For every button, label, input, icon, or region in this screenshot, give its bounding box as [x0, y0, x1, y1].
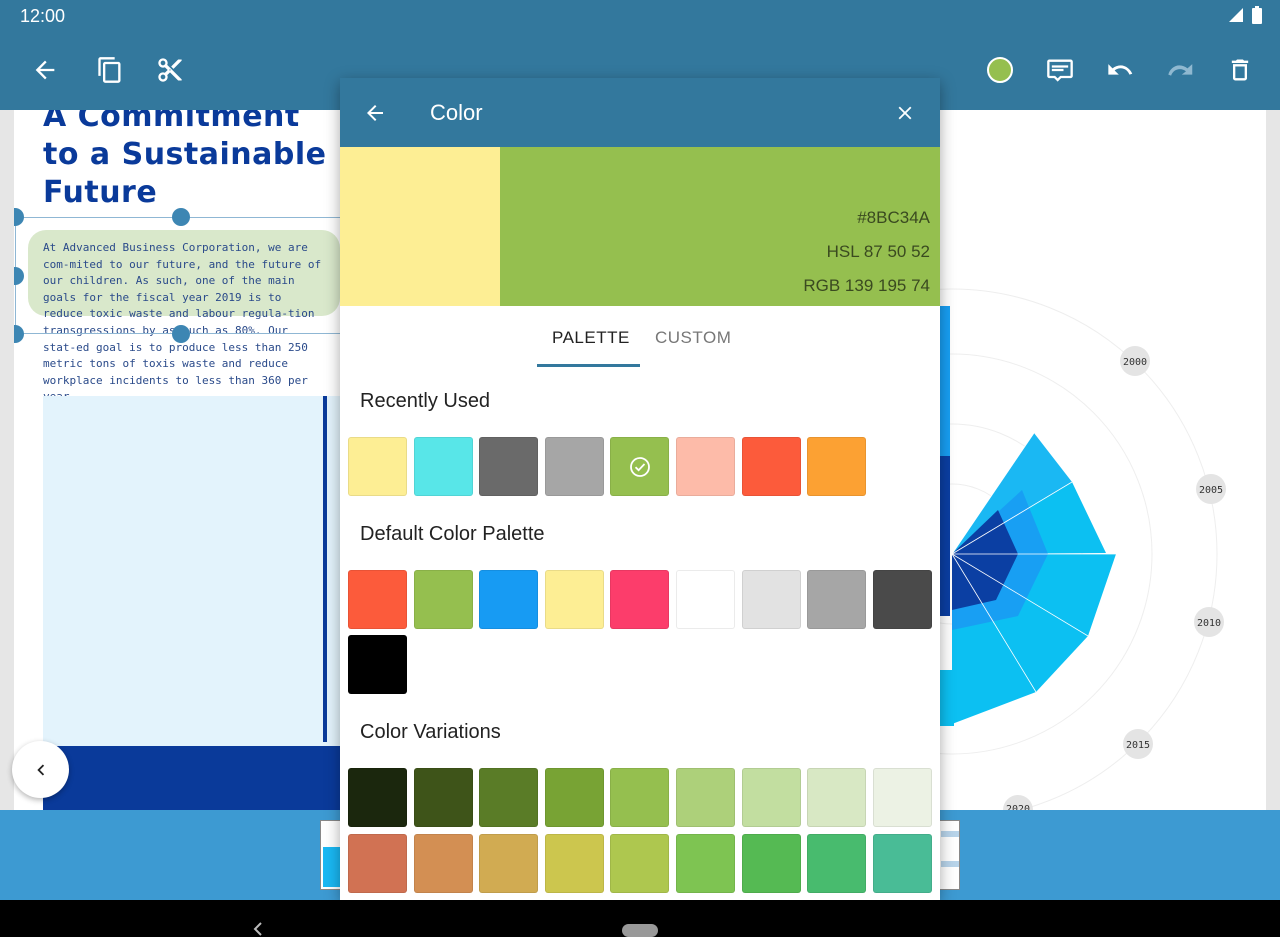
color-swatch[interactable] [741, 768, 801, 827]
color-swatch[interactable] [348, 834, 407, 893]
undo-icon[interactable] [1100, 50, 1140, 90]
chevron-left-icon [36, 764, 44, 775]
tab-palette[interactable]: PALETTE [552, 328, 630, 348]
hex-value: #8BC34A [857, 208, 930, 227]
back-arrow-icon[interactable] [25, 50, 65, 90]
check-icon [629, 456, 650, 477]
color-dot-icon[interactable] [980, 50, 1020, 90]
default-palette-title: Default Color Palette [360, 523, 545, 545]
color-swatch[interactable] [676, 437, 735, 496]
color-swatch[interactable] [348, 635, 407, 694]
rgb-value: RGB 139 195 74 [803, 276, 930, 295]
color-swatch[interactable] [348, 768, 407, 827]
page-thumbnail[interactable] [320, 820, 342, 890]
chart-bar [940, 670, 954, 726]
color-swatch[interactable] [544, 437, 604, 496]
color-swatch[interactable] [479, 768, 539, 827]
panel-header: Color [340, 78, 940, 147]
color-swatch[interactable] [610, 768, 670, 827]
color-swatch[interactable] [479, 570, 539, 629]
cut-icon[interactable] [150, 50, 190, 90]
current-color-swatch: #8BC34A HSL 87 50 52 RGB 139 195 74 [500, 147, 940, 306]
color-swatch[interactable] [413, 768, 473, 827]
color-swatch[interactable] [807, 768, 867, 827]
color-swatch[interactable] [807, 437, 867, 496]
color-swatch[interactable] [479, 834, 539, 893]
delete-icon[interactable] [1220, 50, 1260, 90]
selection-handle[interactable] [172, 208, 190, 226]
tab-custom[interactable]: CUSTOM [655, 328, 731, 348]
page-thumbnail[interactable] [938, 820, 960, 890]
color-swatch[interactable] [544, 570, 604, 629]
color-swatch[interactable] [413, 834, 473, 893]
status-icons [1228, 6, 1262, 24]
color-picker-panel: Color #8BC34A HSL 87 50 52 RGB 139 195 7… [340, 78, 940, 900]
recently-used-title: Recently Used [360, 390, 491, 412]
selection-handle[interactable] [172, 325, 190, 343]
selection-box [15, 217, 340, 334]
color-variations-title: Color Variations [360, 721, 501, 743]
color-swatch[interactable] [413, 437, 473, 496]
nav-back-icon[interactable] [252, 922, 266, 936]
chart-year-label: 2000 [1123, 357, 1147, 368]
chart-year-label: 2005 [1199, 485, 1223, 496]
status-time: 12:00 [20, 6, 66, 26]
color-swatch[interactable] [676, 768, 735, 827]
chart-bar [940, 456, 950, 616]
color-swatch[interactable] [741, 834, 801, 893]
color-swatch[interactable] [610, 834, 670, 893]
color-swatch[interactable] [741, 570, 801, 629]
color-tabs: PALETTE CUSTOM [340, 314, 940, 368]
color-swatch-selected[interactable] [610, 437, 670, 496]
nav-home-pill[interactable] [622, 924, 658, 937]
previous-color-swatch[interactable] [340, 147, 500, 306]
color-swatch[interactable] [676, 570, 735, 629]
color-swatch[interactable] [348, 437, 407, 496]
panel-back-icon[interactable] [358, 96, 392, 130]
color-swatch[interactable] [741, 437, 801, 496]
color-swatch[interactable] [676, 834, 735, 893]
radial-chart[interactable]: 2000 2005 2010 2015 2020 [940, 110, 1266, 810]
panel-title: Color [430, 100, 483, 125]
chart-bar [940, 306, 950, 456]
active-tab-indicator [537, 364, 640, 367]
color-swatch[interactable] [413, 570, 473, 629]
document-title[interactable]: A Commitment to a Sustainable Future [43, 110, 340, 212]
footer-band [43, 746, 340, 810]
hsl-value: HSL 87 50 52 [826, 242, 930, 261]
color-swatch[interactable] [544, 768, 604, 827]
document-page: A Commitment to a Sustainable Future At … [14, 110, 340, 810]
copy-icon[interactable] [90, 50, 130, 90]
color-swatch[interactable] [610, 570, 670, 629]
redo-icon[interactable] [1160, 50, 1200, 90]
previous-page-button[interactable] [12, 741, 69, 798]
close-icon[interactable] [888, 96, 922, 130]
color-swatch[interactable] [872, 570, 932, 629]
document-page-right: 2000 2005 2010 2015 2020 [940, 110, 1266, 810]
comment-icon[interactable] [1040, 50, 1080, 90]
chart-year-label: 2010 [1197, 618, 1221, 629]
dimension-arrow [323, 396, 327, 742]
image-placeholder[interactable] [43, 396, 340, 746]
color-swatch[interactable] [479, 437, 539, 496]
color-swatch[interactable] [807, 834, 867, 893]
color-swatch[interactable] [348, 570, 407, 629]
color-swatch[interactable] [872, 768, 932, 827]
battery-icon [1252, 6, 1262, 24]
chart-year-label: 2015 [1126, 740, 1150, 751]
color-swatch[interactable] [544, 834, 604, 893]
color-swatch[interactable] [872, 834, 932, 893]
system-navigation-bar [0, 900, 1280, 937]
signal-icon [1229, 8, 1243, 22]
color-swatch[interactable] [807, 570, 867, 629]
